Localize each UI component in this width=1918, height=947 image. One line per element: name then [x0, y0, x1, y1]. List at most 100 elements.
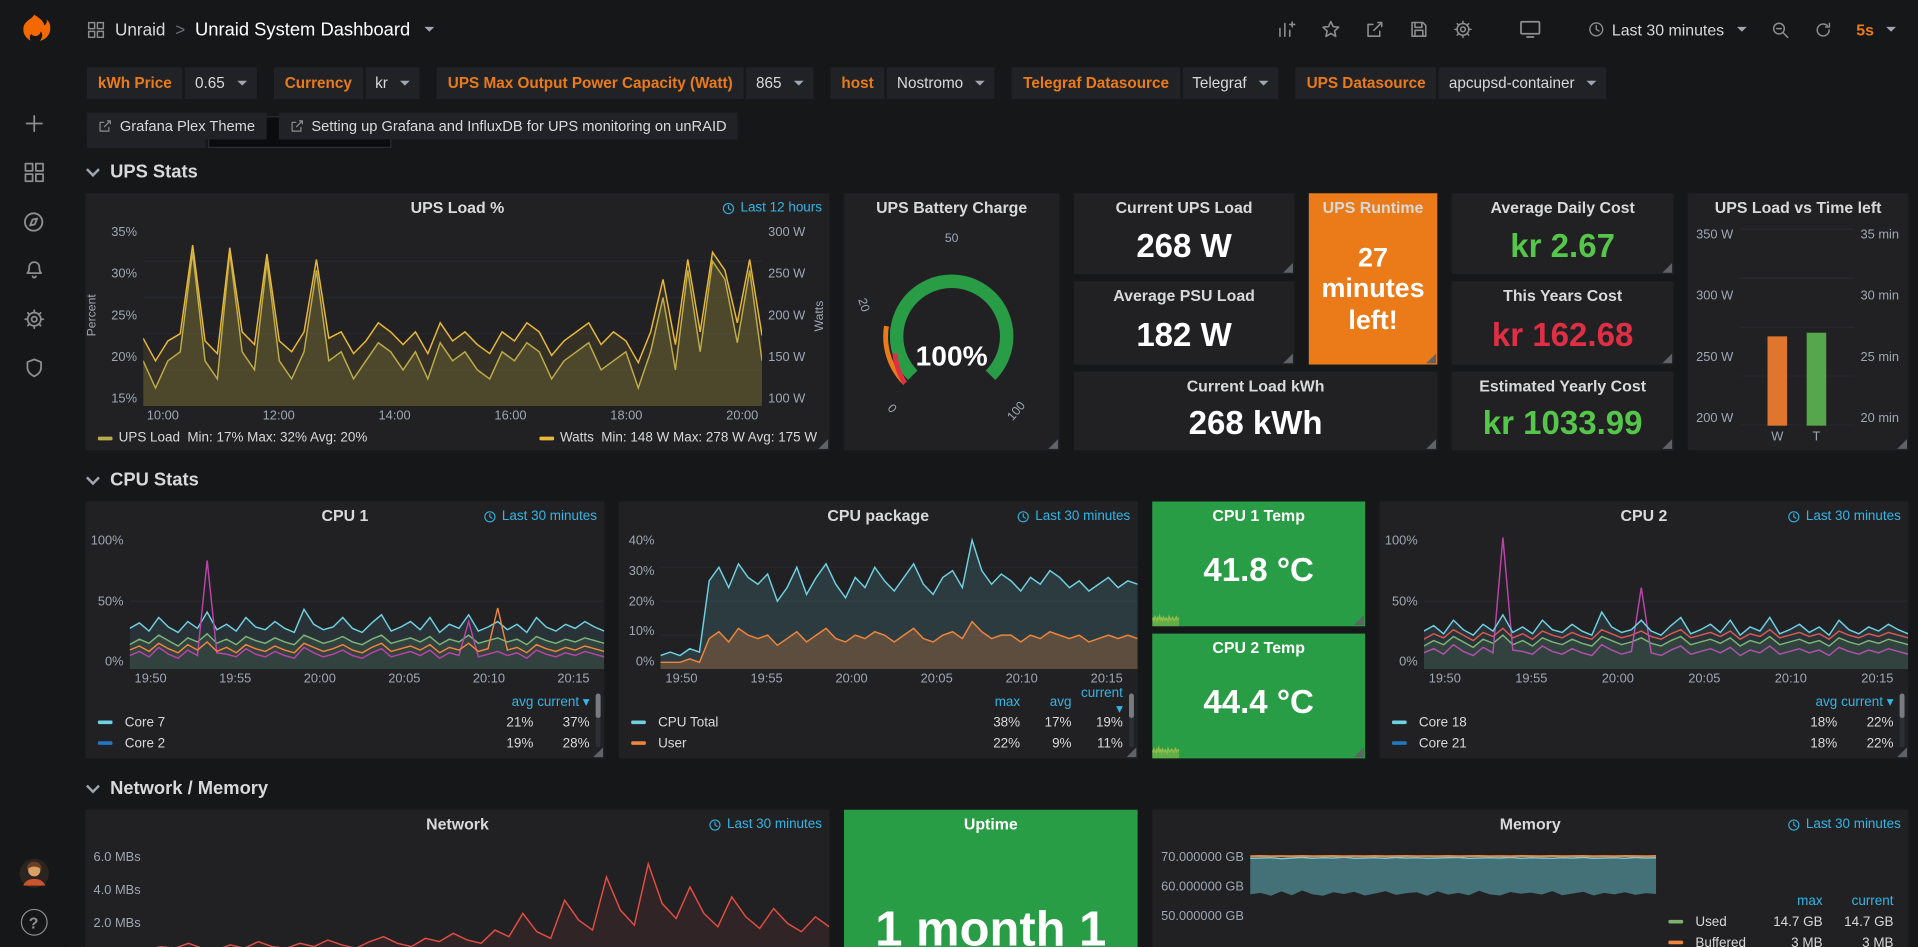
panel-resize-handle[interactable]	[1127, 747, 1137, 757]
grafana-logo[interactable]	[15, 12, 52, 57]
row-header-network-memory[interactable]: Network / Memory	[86, 773, 1909, 802]
panel-resize-handle[interactable]	[1354, 747, 1364, 757]
link-grafana-plex-theme[interactable]: Grafana Plex Theme	[87, 113, 266, 140]
legend-scrollbar[interactable]	[596, 694, 601, 748]
legend-column-header[interactable]: max	[1752, 894, 1823, 909]
zoom-out-time-button[interactable]	[1761, 13, 1799, 46]
chart-plot-area[interactable]	[1424, 533, 1908, 669]
variable-value-dropdown[interactable]: 0.65	[185, 67, 256, 99]
panel-title[interactable]: CPU 2 Temp	[1152, 634, 1365, 663]
panel-resize-handle[interactable]	[1283, 354, 1293, 364]
variable-ups-datasource[interactable]: UPS Datasource apcupsd-container	[1296, 67, 1607, 99]
legend-column-header[interactable]: current ▾	[533, 694, 589, 710]
panel-resize-handle[interactable]	[1426, 439, 1436, 449]
panel-resize-handle[interactable]	[593, 747, 603, 757]
panel-resize-handle[interactable]	[1662, 263, 1672, 273]
sidebar-server-admin[interactable]	[0, 344, 67, 393]
panel-title[interactable]: Current UPS Load	[1074, 193, 1294, 222]
panel-title[interactable]: UPS Runtime	[1309, 193, 1437, 222]
bar-T[interactable]	[1807, 333, 1827, 425]
panel-resize-handle[interactable]	[818, 439, 828, 449]
variable-value-dropdown[interactable]: 865	[746, 67, 813, 99]
variable-currency[interactable]: Currency kr	[274, 67, 420, 99]
dashboard-title[interactable]: Unraid System Dashboard	[195, 19, 410, 40]
refresh-button[interactable]	[1804, 13, 1842, 46]
legend-series-name[interactable]: Watts	[560, 431, 594, 446]
chart-plot-area[interactable]	[1250, 849, 1656, 947]
refresh-interval-picker[interactable]: 5s	[1846, 13, 1905, 46]
breadcrumb-folder[interactable]: Unraid	[115, 20, 165, 40]
sidebar-help[interactable]: ?	[0, 898, 67, 947]
legend-column-header[interactable]: current ▾	[1837, 694, 1893, 710]
panel-title[interactable]: CPU 2 Last 30 minutes	[1380, 502, 1908, 531]
legend-series-name[interactable]: UPS Load	[119, 431, 180, 446]
add-panel-button[interactable]	[1267, 12, 1306, 46]
variable-value-dropdown[interactable]: Nostromo	[887, 67, 995, 99]
legend-series-name[interactable]: Buffered	[1668, 935, 1751, 947]
panel-resize-handle[interactable]	[1426, 354, 1436, 364]
dashboard-settings-button[interactable]	[1443, 12, 1482, 46]
legend-series-name[interactable]: User	[631, 736, 969, 751]
variable-value-dropdown[interactable]: kr	[365, 67, 419, 99]
panel-title[interactable]: CPU 1 Last 30 minutes	[86, 502, 605, 531]
panel-time-range[interactable]: Last 30 minutes	[484, 502, 597, 531]
panel-title[interactable]: This Years Cost	[1452, 281, 1673, 310]
legend-series-name[interactable]: Core 7	[98, 715, 477, 730]
panel-time-range[interactable]: Last 30 minutes	[709, 810, 822, 839]
panel-title[interactable]: Estimated Yearly Cost	[1452, 372, 1673, 401]
legend-column-header[interactable]: avg	[1781, 694, 1837, 709]
legend-item[interactable]: UPS LoadMin: 17% Max: 32% Avg: 20%	[98, 431, 367, 446]
star-dashboard-button[interactable]	[1311, 12, 1350, 46]
legend-column-header[interactable]: avg	[1020, 694, 1071, 709]
legend-scrollbar[interactable]	[1129, 694, 1134, 748]
panel-title[interactable]: CPU 1 Temp	[1152, 502, 1365, 531]
cycle-view-mode-button[interactable]	[1509, 12, 1551, 46]
panel-resize-handle[interactable]	[1897, 439, 1907, 449]
sidebar-dashboards[interactable]	[0, 148, 67, 197]
save-dashboard-button[interactable]	[1399, 12, 1438, 46]
sidebar-create[interactable]	[0, 99, 67, 148]
panel-title[interactable]: UPS Battery Charge	[844, 193, 1059, 222]
panel-resize-handle[interactable]	[1048, 439, 1058, 449]
breadcrumb[interactable]: Unraid > Unraid System Dashboard	[87, 19, 435, 40]
panel-resize-handle[interactable]	[1897, 747, 1907, 757]
link-ups-monitoring-guide[interactable]: Setting up Grafana and InfluxDB for UPS …	[278, 113, 737, 140]
share-dashboard-button[interactable]	[1355, 12, 1394, 46]
panel-title[interactable]: Uptime	[844, 810, 1138, 839]
chart-plot-area[interactable]	[661, 533, 1138, 669]
sidebar-alerting[interactable]	[0, 246, 67, 295]
panel-title[interactable]: Average PSU Load	[1074, 281, 1294, 310]
row-header-ups-stats[interactable]: UPS Stats	[86, 157, 1909, 186]
legend-column-header[interactable]: max	[969, 694, 1020, 709]
variable-telegraf-datasource[interactable]: Telegraf Datasource Telegraf	[1012, 67, 1278, 99]
variable-host[interactable]: host Nostromo	[830, 67, 995, 99]
panel-title[interactable]: Average Daily Cost	[1452, 193, 1673, 222]
legend-item[interactable]: WattsMin: 148 W Max: 278 W Avg: 175 W	[539, 431, 817, 446]
row-header-cpu-stats[interactable]: CPU Stats	[86, 465, 1909, 494]
legend-series-name[interactable]: Used	[1668, 914, 1751, 929]
panel-time-range[interactable]: Last 30 minutes	[1788, 502, 1901, 531]
sidebar-configuration[interactable]	[0, 295, 67, 344]
legend-column-header[interactable]: avg	[477, 694, 533, 709]
panel-title[interactable]: CPU package Last 30 minutes	[619, 502, 1138, 531]
sidebar-explore[interactable]	[0, 197, 67, 246]
chart-plot-area[interactable]	[130, 533, 605, 669]
legend-series-name[interactable]: Core 21	[1392, 736, 1781, 751]
time-range-picker[interactable]: Last 30 minutes	[1578, 13, 1756, 46]
legend-series-name[interactable]: Core 18	[1392, 715, 1781, 730]
variable-value-dropdown[interactable]: apcupsd-container	[1439, 67, 1606, 99]
panel-resize-handle[interactable]	[1354, 615, 1364, 625]
legend-series-name[interactable]: CPU Total	[631, 715, 969, 730]
panel-resize-handle[interactable]	[1662, 354, 1672, 364]
legend-series-name[interactable]: Core 2	[98, 736, 477, 751]
variable-ups-max-output[interactable]: UPS Max Output Power Capacity (Watt) 865	[437, 67, 813, 99]
legend-column-header[interactable]: current	[1823, 894, 1894, 909]
panel-title[interactable]: UPS Load vs Time left	[1688, 193, 1908, 222]
variable-value-dropdown[interactable]: Telegraf	[1182, 67, 1278, 99]
panel-time-range[interactable]: Last 30 minutes	[1788, 810, 1901, 839]
legend-scrollbar[interactable]	[1900, 694, 1905, 748]
variable-kwh-price[interactable]: kWh Price 0.65	[87, 67, 257, 99]
panel-resize-handle[interactable]	[1662, 439, 1672, 449]
chart-plot-area[interactable]	[147, 849, 830, 947]
panel-title[interactable]: Memory Last 30 minutes	[1152, 810, 1908, 839]
